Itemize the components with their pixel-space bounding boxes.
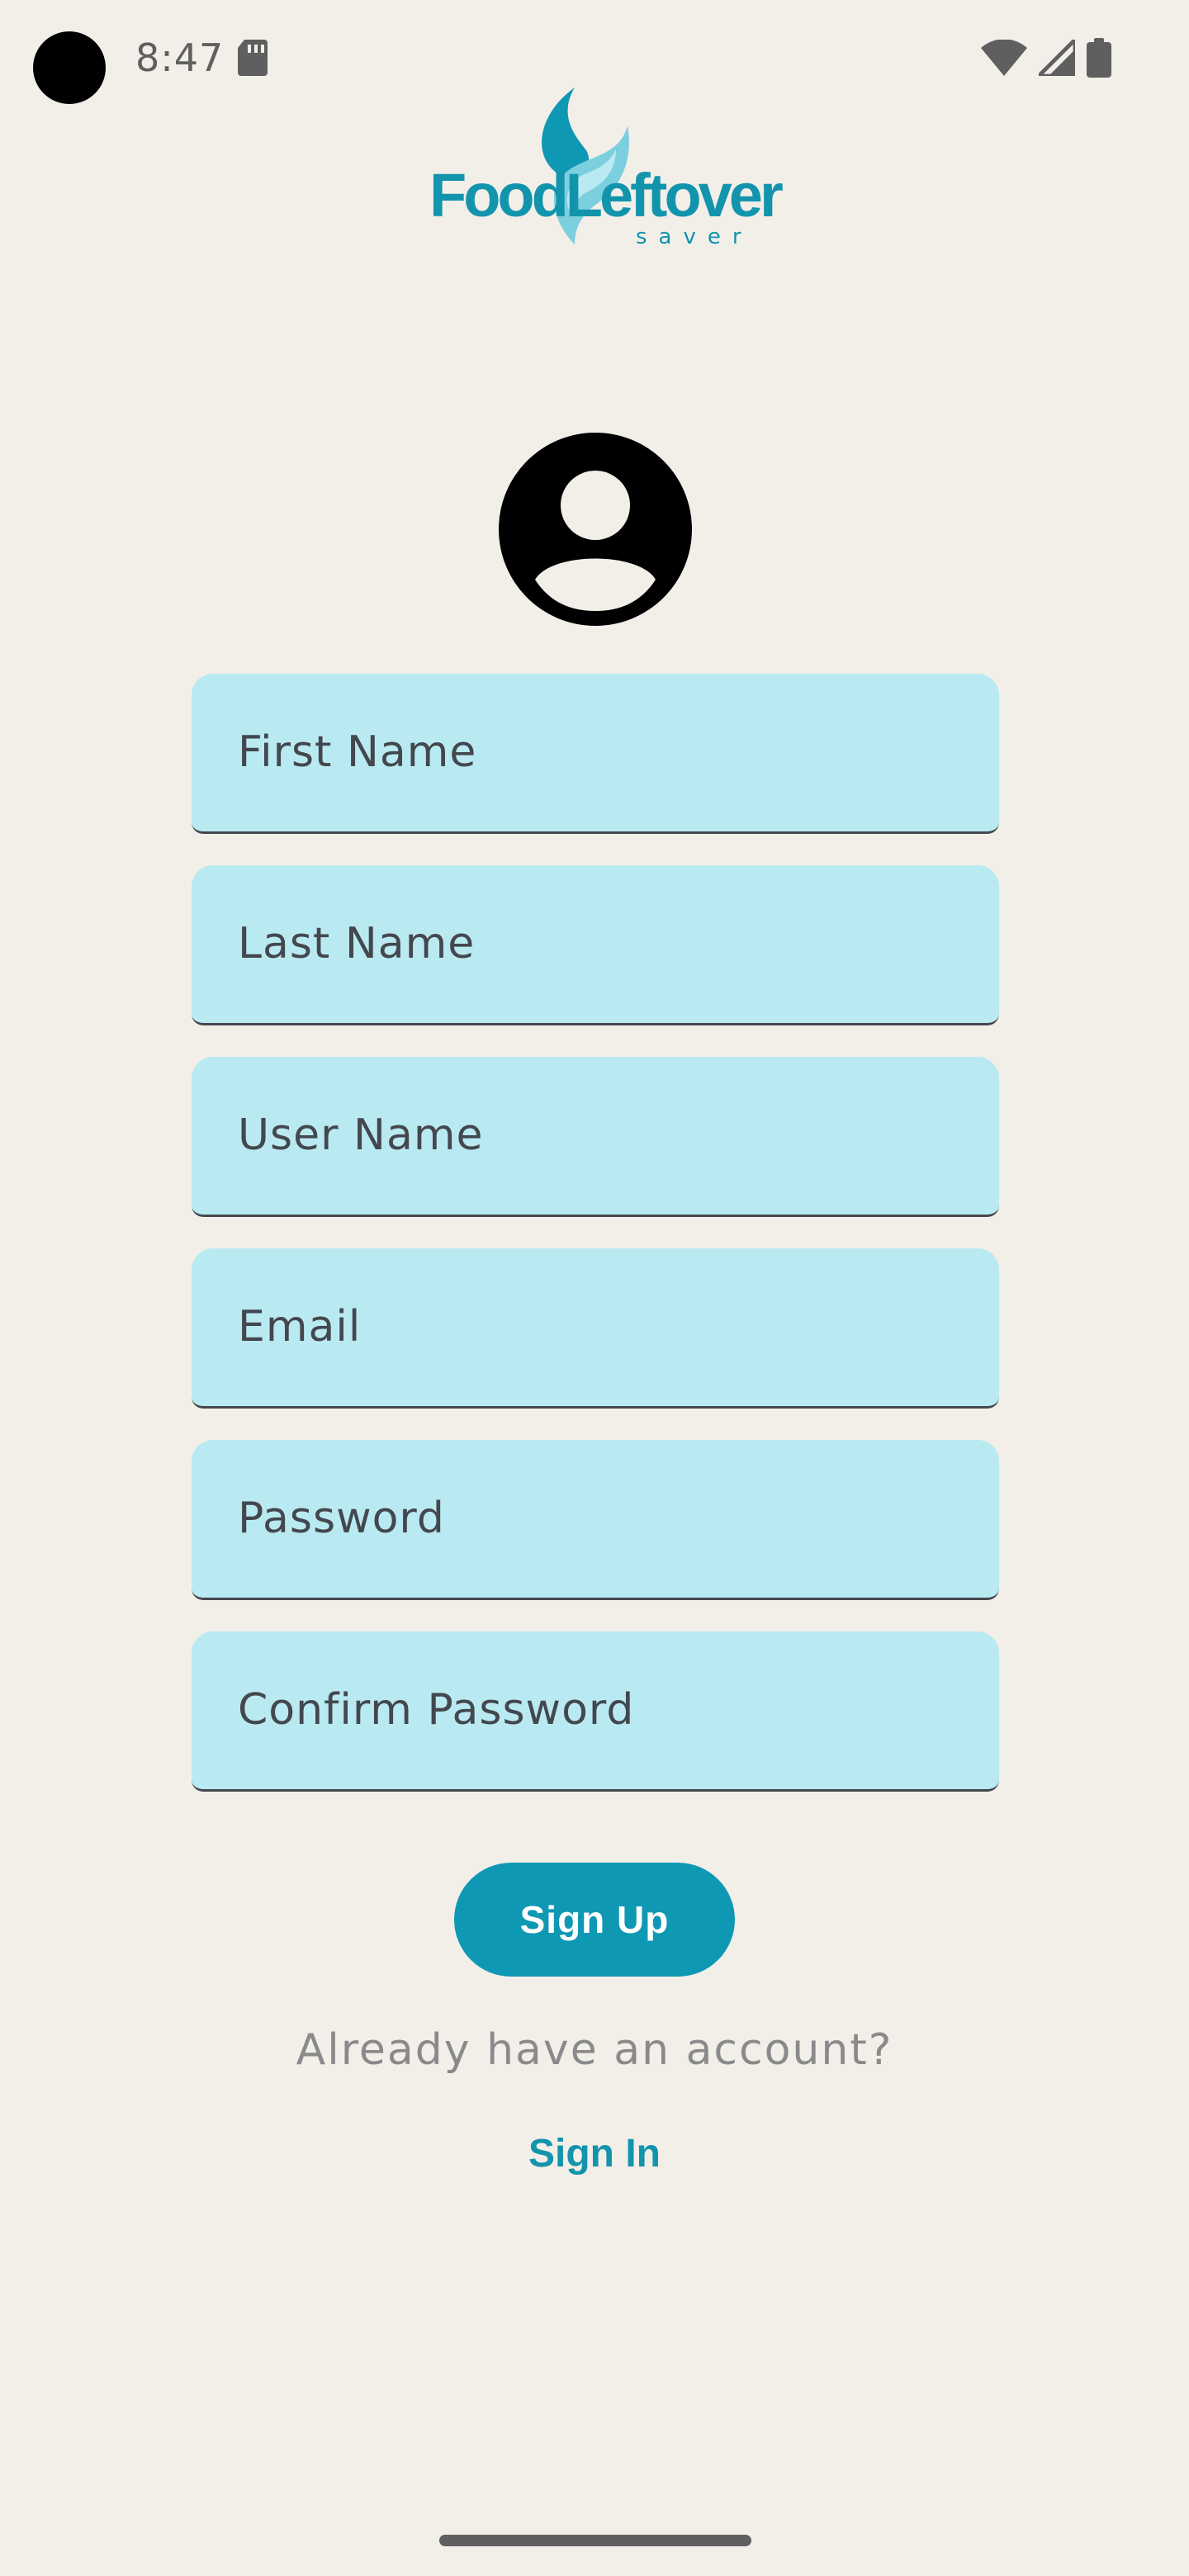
sign-up-button[interactable]: Sign Up [454,1863,735,1977]
confirm-password-input[interactable] [238,1631,964,1788]
password-field[interactable] [192,1440,999,1600]
last-name-input[interactable] [238,865,964,1022]
user-name-input[interactable] [238,1057,964,1214]
app-logo: FoodLeftover saver [429,83,784,253]
cellular-signal-icon [1039,40,1075,76]
first-name-input[interactable] [238,674,964,831]
status-time: 8:47 [135,36,225,80]
first-name-field[interactable] [192,674,999,834]
confirm-password-field[interactable] [192,1631,999,1792]
logo-tagline: saver [636,225,753,249]
gesture-nav-handle[interactable] [439,2535,751,2546]
last-name-field[interactable] [192,865,999,1025]
email-input[interactable] [238,1248,964,1405]
camera-cutout [33,31,106,104]
sign-in-link[interactable]: Sign In [495,2125,694,2183]
signup-screen: 8:47 FoodLeftover saver First Name Last … [0,0,1189,2576]
sd-card-icon [238,40,268,76]
email-field[interactable] [192,1248,999,1409]
battery-icon [1087,38,1111,78]
password-input[interactable] [238,1440,964,1597]
logo-wordmark: FoodLeftover [429,161,784,230]
user-name-field[interactable] [192,1057,999,1217]
status-icons [981,36,1111,79]
wifi-icon [981,40,1027,76]
already-have-account-text: Already have an account? [296,2025,893,2075]
account-circle-icon[interactable] [499,433,692,626]
